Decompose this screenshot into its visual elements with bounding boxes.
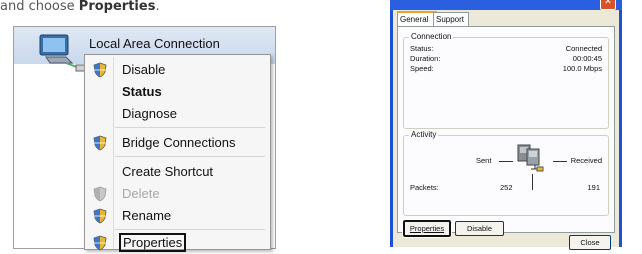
menu-item-label: Disable <box>122 62 166 77</box>
duration-row: Duration: 00:00:45 <box>410 54 602 64</box>
packets-label: Packets: <box>410 183 439 192</box>
menu-item-create-shortcut[interactable]: Create Shortcut <box>85 161 270 183</box>
general-panel: Connection Status: Connected Duration: 0… <box>397 26 615 238</box>
properties-button[interactable]: Properties <box>402 219 452 238</box>
shield-icon <box>93 235 107 251</box>
disable-button[interactable]: Disable <box>455 221 504 236</box>
network-activity-icon <box>517 144 544 172</box>
menu-separator <box>115 156 265 157</box>
properties-button-label: Properties <box>409 224 445 233</box>
duration-value: 00:00:45 <box>572 54 602 63</box>
menu-item-label: Delete <box>122 186 160 201</box>
menu-item-properties[interactable]: Properties <box>85 232 270 254</box>
shield-icon <box>93 62 107 78</box>
close-icon[interactable]: ✕ <box>600 0 616 10</box>
status-dialog: ✕ General Support Connection Status: Con… <box>390 0 622 250</box>
dialog-titlebar <box>390 0 622 10</box>
shield-icon <box>93 186 107 202</box>
menu-item-label: Diagnose <box>122 106 177 121</box>
menu-item-label: Status <box>122 84 162 99</box>
packets-received-value: 191 <box>587 183 600 192</box>
status-value: Connected <box>565 44 602 53</box>
activity-group-title: Activity <box>409 130 439 139</box>
menu-item-status[interactable]: Status <box>85 81 270 103</box>
menu-item-label: Properties <box>119 233 187 252</box>
packets-sent-value: 252 <box>500 183 513 192</box>
speed-row: Speed: 100.0 Mbps <box>410 64 602 74</box>
menu-item-label: Rename <box>122 208 172 223</box>
menu-item-rename[interactable]: Rename <box>85 205 270 227</box>
tab-general[interactable]: General <box>397 11 437 26</box>
received-label: Received <box>570 156 602 165</box>
menu-item-delete: Delete <box>85 183 270 205</box>
tab-support[interactable]: Support <box>433 12 469 26</box>
connection-group: Connection Status: Connected Duration: 0… <box>403 32 609 129</box>
close-button[interactable]: Close <box>569 235 611 250</box>
connection-name: Local Area Connection <box>89 36 220 51</box>
context-menu: Disable Status Diagnose Bridge Connectio… <box>84 54 271 252</box>
instruction-suffix: . <box>155 0 160 14</box>
context-menu-illustration: Local Area Connection Disable Status Dia… <box>13 26 276 252</box>
speed-value: 100.0 Mbps <box>562 64 602 73</box>
menu-separator <box>115 127 265 128</box>
shield-icon <box>93 208 107 224</box>
menu-item-label: Bridge Connections <box>122 135 236 150</box>
status-row: Status: Connected <box>410 44 602 54</box>
sent-label: Sent <box>476 156 492 165</box>
instruction-text: and choose Properties. <box>0 0 300 14</box>
dialog-body: General Support Connection Status: Conne… <box>393 10 619 250</box>
shield-icon <box>93 135 107 151</box>
packets-divider <box>532 174 533 190</box>
received-dash <box>553 161 567 162</box>
instruction-emphasis: Properties <box>78 0 156 14</box>
menu-item-disable[interactable]: Disable <box>85 59 270 81</box>
sent-dash <box>499 161 513 162</box>
connection-group-title: Connection <box>409 32 454 41</box>
instruction-prefix: and choose <box>0 0 79 14</box>
duration-label: Duration: <box>410 54 441 63</box>
menu-item-bridge-connections[interactable]: Bridge Connections <box>85 132 270 154</box>
menu-item-diagnose[interactable]: Diagnose <box>85 103 270 125</box>
activity-group: Activity Sent Received Packets: 252 191 <box>403 130 609 216</box>
menu-separator <box>115 229 265 230</box>
speed-label: Speed: <box>410 64 434 73</box>
menu-item-label: Create Shortcut <box>122 164 214 179</box>
status-label: Status: <box>410 44 434 53</box>
